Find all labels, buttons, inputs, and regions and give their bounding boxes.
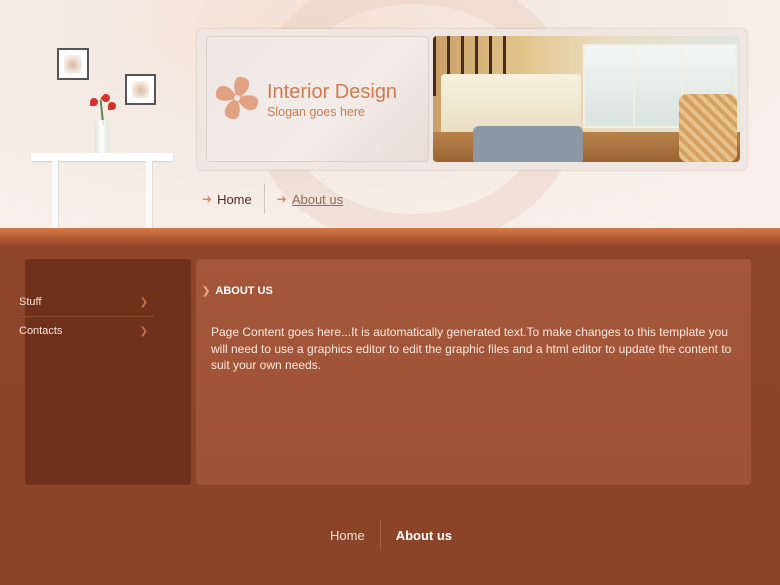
footer-navigation: Home About us [322, 520, 452, 550]
vase-image [95, 120, 109, 156]
footer-about-link[interactable]: About us [381, 528, 452, 543]
nav-about-label: About us [291, 191, 344, 207]
section-heading-text: ABOUT US [215, 285, 273, 297]
site-title: Interior Design [267, 81, 398, 103]
chevron-right-icon: ❯ [139, 296, 148, 308]
section-heading: ❯ ABOUT US [202, 285, 273, 297]
bedroom-photo [433, 36, 740, 162]
sidebar-item-stuff[interactable]: Stuff ❯ [12, 288, 154, 317]
nav-divider [263, 184, 265, 214]
side-table-image [31, 153, 173, 161]
double-chevron-icon: ❯ [202, 285, 211, 297]
content-body-text: Page Content goes here...It is automatic… [211, 325, 732, 372]
flower-icon [90, 98, 98, 106]
nav-home-link[interactable]: ➜ Home [200, 192, 264, 207]
top-navigation: ➜ Home ➜ About us [200, 184, 355, 214]
pinwheel-logo-icon [215, 76, 259, 120]
flower-icon [108, 102, 116, 110]
sidebar-item-label: Contacts [19, 325, 63, 337]
arrow-right-icon: ➜ [276, 192, 287, 206]
floor-strip [0, 228, 780, 248]
nav-about-link[interactable]: ➜ About us [275, 192, 355, 207]
footer-home-link[interactable]: Home [322, 528, 380, 543]
chevron-right-icon: ❯ [139, 325, 148, 337]
sidebar-item-label: Stuff [19, 296, 42, 308]
arrow-right-icon: ➜ [202, 192, 213, 206]
wall-picture-frame [125, 74, 156, 105]
sidebar-item-contacts[interactable]: Contacts ❯ [12, 317, 154, 345]
nav-home-label: Home [217, 191, 252, 207]
wall-picture-frame [57, 48, 89, 80]
site-slogan: Slogan goes here [267, 105, 365, 119]
